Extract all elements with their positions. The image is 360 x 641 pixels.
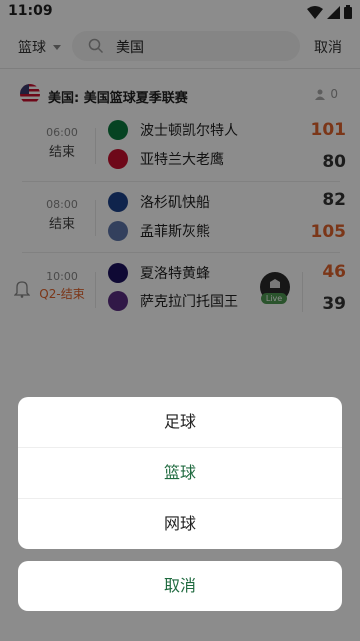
sheet-option-football[interactable]: 足球	[18, 397, 342, 448]
sheet-cancel-button[interactable]: 取消	[18, 561, 342, 611]
sheet-option-basketball[interactable]: 篮球	[18, 448, 342, 499]
sport-action-sheet: 足球 篮球 网球	[18, 397, 342, 549]
sheet-option-tennis[interactable]: 网球	[18, 499, 342, 549]
